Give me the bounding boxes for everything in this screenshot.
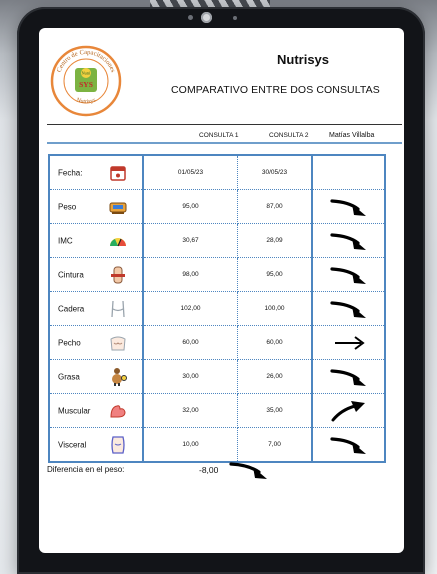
trend-cell <box>311 325 386 360</box>
consulta-1-value: 95,00 <box>142 189 238 224</box>
tablet-device: Centro de Capacitaciones Nutrisys Nutri … <box>17 7 425 574</box>
row-label: Cintura <box>58 270 84 279</box>
row-label-cell: Peso <box>48 189 144 224</box>
row-label-cell: Grasa <box>48 359 144 394</box>
brand-name: Nutrisys <box>277 52 330 67</box>
consulta-1-value: 60,00 <box>142 325 238 360</box>
consulta-2-value: 100,00 <box>237 291 313 326</box>
trend-cell <box>311 257 386 292</box>
arrow-down-icon <box>329 300 366 318</box>
gauge-icon <box>110 237 126 246</box>
row-label: Visceral <box>58 440 87 449</box>
row-label: Muscular <box>58 406 91 415</box>
consulta-1-value: 30,00 <box>142 359 238 394</box>
consulta-2-value: 26,00 <box>237 359 313 394</box>
arrow-down-icon <box>329 436 366 454</box>
hip-icon <box>111 300 125 317</box>
logo-badge-bottom: SYS <box>79 80 93 89</box>
nutrisys-logo: Centro de Capacitaciones Nutrisys Nutri … <box>50 45 122 117</box>
column-header-consulta-1: CONSULTA 1 <box>199 132 239 139</box>
document-screen: Centro de Capacitaciones Nutrisys Nutri … <box>39 28 404 553</box>
trend-cell <box>311 291 386 326</box>
row-label-cell: IMC <box>48 223 144 258</box>
table-row: IMC 30,67 28,09 <box>48 223 386 258</box>
consulta-2-value: 30/05/23 <box>237 154 313 190</box>
row-label: IMC <box>58 236 73 245</box>
consulta-1-value: 01/05/23 <box>142 154 238 190</box>
header-accent-rule <box>47 142 402 144</box>
table-row: Visceral 10,00 7,00 <box>48 427 386 463</box>
row-label-cell: Pecho <box>48 325 144 360</box>
arrow-down-icon <box>329 232 366 250</box>
waist-icon <box>111 266 125 283</box>
chest-icon <box>110 336 126 350</box>
consulta-1-value: 10,00 <box>142 427 238 463</box>
trend-cell <box>311 154 386 190</box>
consulta-1-value: 32,00 <box>142 393 238 428</box>
consulta-1-value: 30,67 <box>142 223 238 258</box>
arrow-down-icon <box>229 462 267 479</box>
row-label: Grasa <box>58 372 80 381</box>
flexed-arm-icon <box>110 404 126 417</box>
row-label-cell: Muscular <box>48 393 144 428</box>
page-title: COMPARATIVO ENTRE DOS CONSULTAS <box>171 84 380 96</box>
consulta-2-value: 60,00 <box>237 325 313 360</box>
table-row: Muscular 32,00 35,00 <box>48 393 386 428</box>
row-label-cell: Cadera <box>48 291 144 326</box>
arrow-up-icon <box>331 400 365 421</box>
table-row: Fecha: 01/05/23 30/05/23 <box>48 154 386 190</box>
arrow-down-icon <box>329 368 366 386</box>
arrow-down-icon <box>329 198 366 216</box>
table-row: Pecho 60,00 60,00 <box>48 325 386 360</box>
row-label: Pecho <box>58 338 81 347</box>
trend-cell <box>311 393 386 428</box>
arrow-flat-icon <box>334 335 365 350</box>
trend-cell <box>311 359 386 394</box>
trend-cell <box>311 223 386 258</box>
table-row: Grasa 30,00 26,00 <box>48 359 386 394</box>
logo-badge-top: Nutri <box>82 71 92 76</box>
consulta-2-value: 35,00 <box>237 393 313 428</box>
consulta-2-value: 28,09 <box>237 223 313 258</box>
torso-icon <box>111 435 125 454</box>
patient-name: Matías Villalba <box>329 132 375 139</box>
table-row: Peso 95,00 87,00 <box>48 189 386 224</box>
row-label-cell: Cintura <box>48 257 144 292</box>
row-label-cell: Visceral <box>48 427 144 463</box>
camera-icon <box>201 12 212 23</box>
header-divider <box>47 124 402 125</box>
row-label: Cadera <box>58 304 85 313</box>
consulta-2-value: 7,00 <box>237 427 313 463</box>
comparison-table: Fecha: 01/05/23 30/05/23 Peso 95,00 87,0… <box>48 154 386 463</box>
table-row: Cadera 102,00 100,00 <box>48 291 386 326</box>
calendar-icon <box>110 165 126 181</box>
column-header-consulta-2: CONSULTA 2 <box>269 132 309 139</box>
scale-icon <box>109 202 127 214</box>
sensor-dot <box>233 16 237 20</box>
consulta-1-value: 98,00 <box>142 257 238 292</box>
row-label: Peso <box>58 202 77 211</box>
weight-difference-value: -8,00 <box>199 465 219 475</box>
consulta-1-value: 102,00 <box>142 291 238 326</box>
trend-cell <box>311 427 386 463</box>
arrow-down-icon <box>329 266 366 284</box>
row-label-cell: Fecha: <box>48 154 144 190</box>
fat-figure-icon <box>112 367 127 386</box>
sensor-dot <box>188 15 193 20</box>
consulta-2-value: 87,00 <box>237 189 313 224</box>
trend-cell <box>311 189 386 224</box>
row-label: Fecha: <box>58 168 83 177</box>
weight-difference-label: Diferencia en el peso: <box>47 465 125 474</box>
table-row: Cintura 98,00 95,00 <box>48 257 386 292</box>
consulta-2-value: 95,00 <box>237 257 313 292</box>
